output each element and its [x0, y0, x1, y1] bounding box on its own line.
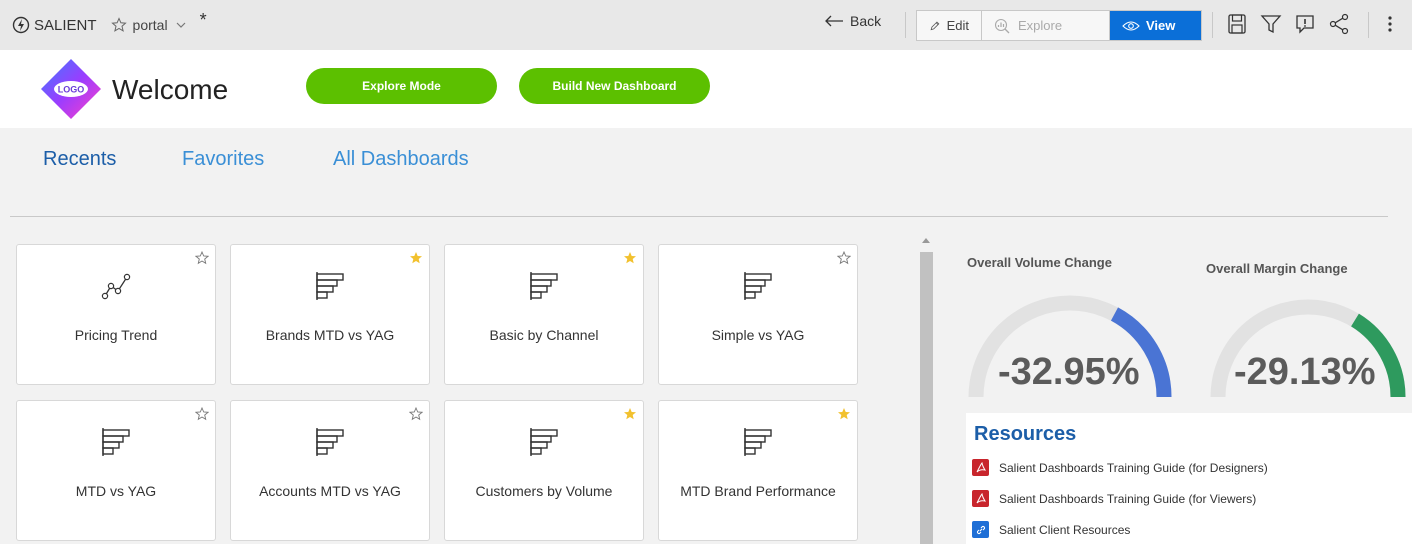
- portal-selector[interactable]: portal: [110, 17, 186, 33]
- bar-chart-icon: [99, 425, 133, 464]
- top-toolbar: SALIENT portal * Back Edit Explore View: [0, 0, 1412, 50]
- comment-alert-icon[interactable]: [1294, 13, 1316, 35]
- resources-panel: Resources Salient Dashboards Training Gu…: [966, 413, 1412, 544]
- dashboard-card-title: Simple vs YAG: [711, 327, 805, 343]
- star-outline-icon[interactable]: [836, 250, 852, 270]
- resource-label: Salient Dashboards Training Guide (for D…: [999, 460, 1268, 475]
- resource-link[interactable]: Salient Client Resources: [972, 521, 1130, 538]
- eye-icon: [1122, 20, 1140, 31]
- star-outline-icon[interactable]: [408, 406, 424, 426]
- dashboard-card-title: Basic by Channel: [489, 327, 599, 343]
- view-mode-button[interactable]: View: [1110, 11, 1201, 40]
- bar-chart-icon: [741, 425, 775, 464]
- dashboard-tabs: Recents Favorites All Dashboards: [0, 128, 1412, 218]
- filter-icon[interactable]: [1260, 13, 1282, 35]
- arrow-left-icon: [825, 15, 843, 27]
- explore-mode-button[interactable]: Explore Mode: [306, 68, 497, 104]
- unsaved-marker: *: [199, 9, 207, 30]
- back-label: Back: [850, 13, 882, 29]
- tabs-divider: [10, 216, 1388, 217]
- star-outline-icon[interactable]: [110, 17, 127, 33]
- margin-gauge-value: -29.13%: [1234, 351, 1376, 393]
- dashboard-card-title: Accounts MTD vs YAG: [259, 483, 401, 499]
- view-label: View: [1146, 18, 1176, 33]
- dashboard-card[interactable]: Accounts MTD vs YAG: [230, 400, 430, 541]
- bar-chart-icon: [741, 269, 775, 308]
- brand[interactable]: SALIENT: [12, 16, 97, 34]
- save-icon[interactable]: [1227, 13, 1247, 35]
- page-title: Welcome: [112, 74, 229, 105]
- star-filled-icon[interactable]: [409, 251, 423, 270]
- pdf-icon: [972, 459, 989, 476]
- dashboard-card[interactable]: Simple vs YAG: [658, 244, 858, 385]
- company-logo: LOGO: [41, 59, 101, 119]
- dashboard-card[interactable]: MTD Brand Performance: [658, 400, 858, 541]
- share-icon[interactable]: [1328, 13, 1350, 35]
- edit-mode-button[interactable]: Edit: [917, 11, 982, 40]
- logo-text: LOGO: [58, 85, 85, 95]
- link-icon: [972, 521, 989, 538]
- portal-name: portal: [132, 17, 168, 33]
- scroll-up-arrow-icon[interactable]: [921, 236, 931, 244]
- more-vertical-icon[interactable]: [1386, 13, 1394, 35]
- kpi-gauges-panel: Overall Volume Change Overall Margin Cha…: [958, 236, 1412, 412]
- star-filled-icon[interactable]: [623, 251, 637, 270]
- bar-chart-icon: [313, 269, 347, 308]
- margin-gauge-title: Overall Margin Change: [1206, 261, 1348, 276]
- dashboard-card[interactable]: Basic by Channel: [444, 244, 644, 385]
- resource-link[interactable]: Salient Dashboards Training Guide (for D…: [972, 459, 1268, 476]
- salient-logo-icon: [12, 16, 30, 34]
- divider: [905, 12, 906, 38]
- dashboard-card[interactable]: Customers by Volume: [444, 400, 644, 541]
- dashboard-card[interactable]: Pricing Trend: [16, 244, 216, 385]
- explore-label: Explore: [1018, 18, 1063, 33]
- explore-chart-icon: [994, 18, 1010, 33]
- bar-chart-icon: [527, 425, 561, 464]
- line-chart-icon: [99, 269, 133, 308]
- dashboard-card-title: MTD Brand Performance: [680, 483, 836, 499]
- divider: [1212, 12, 1213, 38]
- pencil-icon: [930, 20, 940, 30]
- edit-label: Edit: [946, 18, 969, 33]
- dashboard-card[interactable]: Brands MTD vs YAG: [230, 244, 430, 385]
- mode-switcher: Edit Explore View: [916, 10, 1202, 41]
- resources-title: Resources: [974, 423, 1077, 445]
- volume-gauge-title: Overall Volume Change: [967, 255, 1112, 270]
- explore-mode-button[interactable]: Explore: [982, 11, 1110, 40]
- build-new-dashboard-button[interactable]: Build New Dashboard: [519, 68, 710, 104]
- back-button[interactable]: Back: [824, 13, 881, 29]
- page-header: LOGO Welcome Explore Mode Build New Dash…: [0, 50, 1412, 128]
- star-outline-icon[interactable]: [194, 250, 210, 270]
- bar-chart-icon: [527, 269, 561, 308]
- resource-label: Salient Client Resources: [999, 522, 1131, 537]
- star-filled-icon[interactable]: [623, 407, 637, 426]
- tab-recents[interactable]: Recents: [43, 148, 116, 171]
- chevron-down-icon: [176, 22, 185, 28]
- bar-chart-icon: [313, 425, 347, 464]
- star-filled-icon[interactable]: [837, 407, 851, 426]
- tab-favorites[interactable]: Favorites: [182, 148, 264, 171]
- dashboard-card[interactable]: MTD vs YAG: [16, 400, 216, 541]
- resource-label: Salient Dashboards Training Guide (for V…: [999, 491, 1257, 506]
- dashboard-card-title: MTD vs YAG: [75, 483, 157, 499]
- pdf-icon: [972, 490, 989, 507]
- star-outline-icon[interactable]: [194, 406, 210, 426]
- resource-link[interactable]: Salient Dashboards Training Guide (for V…: [972, 490, 1256, 507]
- volume-gauge-value: -32.95%: [998, 351, 1140, 393]
- tab-all-dashboards[interactable]: All Dashboards: [333, 148, 469, 171]
- dashboard-card-title: Pricing Trend: [74, 327, 158, 343]
- dashboard-card-title: Brands MTD vs YAG: [265, 327, 395, 343]
- dashboard-card-title: Customers by Volume: [475, 483, 613, 499]
- scrollbar-thumb[interactable]: [920, 252, 933, 544]
- brand-name: SALIENT: [34, 16, 97, 34]
- divider: [1368, 12, 1369, 38]
